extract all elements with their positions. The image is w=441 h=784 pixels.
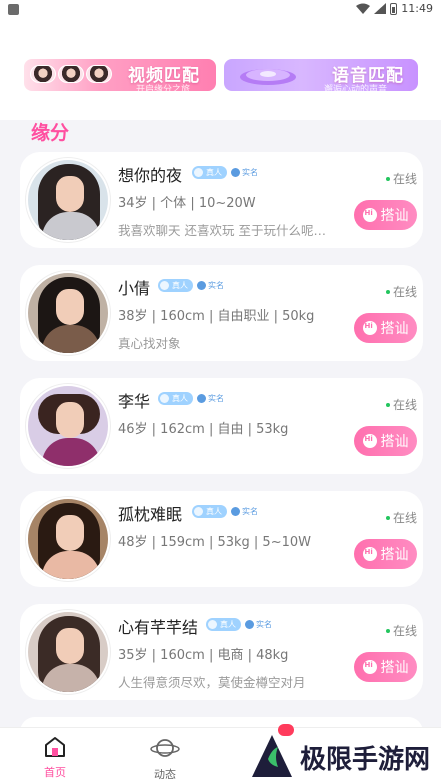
online-status: 在线 bbox=[385, 509, 417, 526]
user-name: 孤枕难眠 bbox=[118, 505, 183, 524]
planet-icon bbox=[150, 739, 180, 757]
user-name: 心有芊芊结 bbox=[118, 618, 199, 637]
nav-feed[interactable]: 动态 bbox=[135, 736, 195, 782]
real-person-badge: 真人 bbox=[192, 505, 227, 518]
verified-icon bbox=[231, 168, 240, 177]
user-desc: 真心找对象 bbox=[118, 336, 181, 351]
verified-icon bbox=[197, 394, 206, 403]
watermark-logo-icon bbox=[252, 735, 292, 777]
hi-icon bbox=[362, 208, 377, 222]
video-match-subtitle: 开启缘分之旅 bbox=[136, 85, 191, 91]
user-info: 46岁 | 162cm | 自由 | 53kg bbox=[118, 422, 289, 437]
video-match-banner[interactable]: 视频匹配 开启缘分之旅 bbox=[24, 59, 216, 91]
user-badges: 真人 实名 bbox=[158, 392, 224, 405]
chat-button[interactable]: 搭讪 bbox=[354, 539, 417, 569]
chat-button[interactable]: 搭讪 bbox=[354, 313, 417, 343]
online-dot-icon bbox=[385, 515, 390, 520]
online-dot-icon bbox=[385, 176, 390, 181]
nav-home[interactable]: 首页 bbox=[25, 736, 85, 780]
user-card[interactable]: 心有芊芊结 真人 实名 35岁 | 160cm | 电商 | 48kg 人生得意… bbox=[20, 604, 423, 700]
online-dot-icon bbox=[385, 289, 390, 294]
verified-icon bbox=[197, 281, 206, 290]
section-title: 缘分 bbox=[31, 122, 70, 144]
verified-icon bbox=[231, 507, 240, 516]
chat-button[interactable]: 搭讪 bbox=[354, 652, 417, 682]
avatar bbox=[26, 158, 110, 242]
verified-badge: 实名 bbox=[245, 619, 272, 630]
user-card[interactable]: 孤枕难眠 真人 实名 48岁 | 159cm | 53kg | 5~10W 在线… bbox=[20, 491, 423, 587]
user-card[interactable]: 小倩 真人 实名 38岁 | 160cm | 自由职业 | 50kg 真心找对象… bbox=[20, 265, 423, 361]
user-info: 48岁 | 159cm | 53kg | 5~10W bbox=[118, 535, 311, 550]
verified-badge: 实名 bbox=[231, 167, 258, 178]
status-icons: 11:49 bbox=[356, 2, 433, 15]
online-dot-icon bbox=[385, 402, 390, 407]
nav-feed-label: 动态 bbox=[154, 768, 176, 781]
real-person-badge: 真人 bbox=[192, 166, 227, 179]
hi-icon bbox=[362, 321, 377, 335]
user-name: 李华 bbox=[118, 392, 151, 411]
user-badges: 真人 实名 bbox=[158, 279, 224, 292]
chat-button[interactable]: 搭讪 bbox=[354, 426, 417, 456]
user-desc: 我喜欢聊天 还喜欢玩 至于玩什么呢… bbox=[118, 223, 326, 238]
notification-icon bbox=[8, 4, 19, 15]
verified-badge: 实名 bbox=[197, 393, 224, 404]
watermark: 极限手游网 bbox=[248, 733, 430, 781]
verified-badge: 实名 bbox=[197, 280, 224, 291]
user-badges: 真人 实名 bbox=[192, 505, 258, 518]
voice-match-subtitle: 邂逅心动的声音 bbox=[324, 85, 388, 91]
avatar bbox=[26, 384, 110, 468]
home-icon bbox=[45, 737, 65, 757]
hi-icon bbox=[362, 660, 377, 674]
vinyl-icon bbox=[240, 69, 296, 85]
user-badges: 真人 实名 bbox=[206, 618, 272, 631]
watermark-text: 极限手游网 bbox=[300, 744, 431, 775]
user-info: 34岁 | 个体 | 10~20W bbox=[118, 196, 256, 211]
online-status: 在线 bbox=[385, 283, 417, 300]
voice-match-banner[interactable]: 语音匹配 邂逅心动的声音 bbox=[224, 59, 418, 91]
online-status: 在线 bbox=[385, 622, 417, 639]
user-name: 想你的夜 bbox=[118, 166, 183, 185]
chat-button[interactable]: 搭讪 bbox=[354, 200, 417, 230]
online-status: 在线 bbox=[385, 170, 417, 187]
real-person-badge: 真人 bbox=[158, 279, 193, 292]
wifi-icon bbox=[356, 3, 371, 14]
verified-icon bbox=[245, 620, 254, 629]
hi-icon bbox=[362, 547, 377, 561]
online-dot-icon bbox=[385, 628, 390, 633]
user-desc: 人生得意须尽欢，莫使金樽空对月 bbox=[118, 675, 306, 690]
hi-icon bbox=[362, 434, 377, 448]
faces-image bbox=[30, 65, 112, 83]
user-name: 小倩 bbox=[118, 279, 151, 298]
user-info: 35岁 | 160cm | 电商 | 48kg bbox=[118, 648, 289, 663]
avatar bbox=[26, 497, 110, 581]
battery-icon bbox=[390, 2, 398, 15]
user-badges: 真人 实名 bbox=[192, 166, 258, 179]
online-status: 在线 bbox=[385, 396, 417, 413]
status-bar: 11:49 bbox=[0, 0, 441, 20]
real-person-badge: 真人 bbox=[158, 392, 193, 405]
avatar bbox=[26, 271, 110, 355]
user-info: 38岁 | 160cm | 自由职业 | 50kg bbox=[118, 309, 315, 324]
real-person-badge: 真人 bbox=[206, 618, 241, 631]
nav-home-label: 首页 bbox=[44, 766, 66, 779]
verified-badge: 实名 bbox=[231, 506, 258, 517]
avatar bbox=[26, 610, 110, 694]
signal-icon bbox=[374, 3, 387, 14]
user-card[interactable]: 李华 真人 实名 46岁 | 162cm | 自由 | 53kg 在线 搭讪 bbox=[20, 378, 423, 474]
status-time: 11:49 bbox=[401, 2, 433, 15]
user-card[interactable]: 想你的夜 真人 实名 34岁 | 个体 | 10~20W 我喜欢聊天 还喜欢玩 … bbox=[20, 152, 423, 248]
